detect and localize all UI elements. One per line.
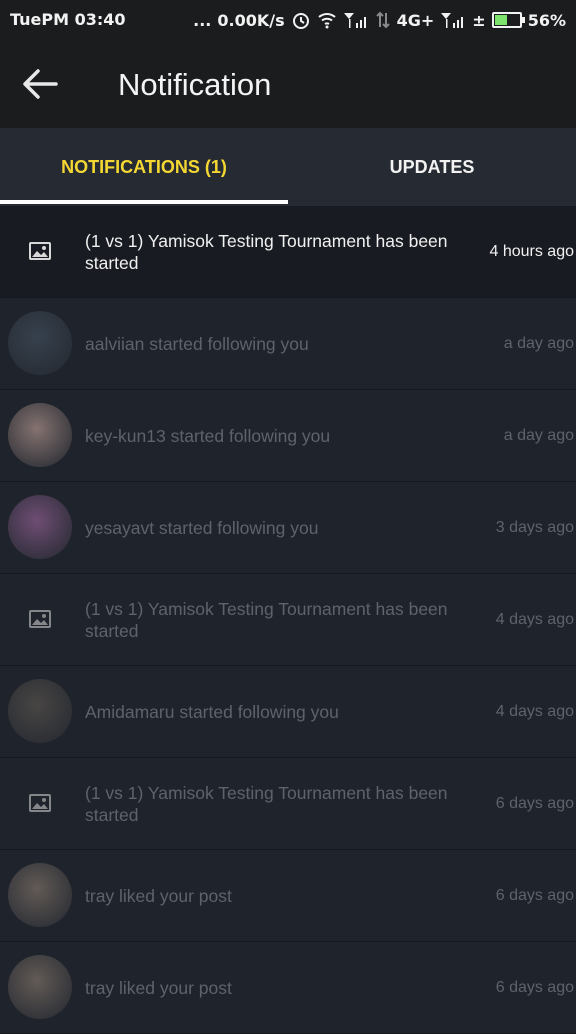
notification-time: 6 days ago [495, 978, 574, 996]
notification-time: 6 days ago [495, 886, 574, 904]
alarm-icon [291, 10, 311, 30]
arrow-left-icon [23, 69, 58, 99]
page-title: Notification [118, 67, 272, 102]
notification-time: a day ago [503, 334, 574, 352]
notification-time: 4 hours ago [489, 242, 574, 260]
notification-time: 4 days ago [495, 610, 574, 628]
status-bar: TuePM 03:40 ... 0.00K/s 4G+ ± 56% [0, 0, 576, 40]
notification-message: tray liked your post [85, 977, 232, 998]
notification-row[interactable]: tray liked your post 6 days ago [0, 850, 576, 942]
notification-time: 3 days ago [495, 518, 574, 536]
battery-icon [491, 12, 525, 28]
battery-percent: 56% [527, 10, 566, 30]
avatar[interactable] [8, 495, 72, 559]
data-arrows-icon [375, 11, 391, 29]
tab-updates[interactable]: UPDATES [288, 128, 576, 206]
notification-message: aalviian started following you [85, 333, 309, 354]
avatar[interactable] [8, 311, 72, 375]
image-placeholder-icon [8, 587, 72, 651]
network-type: 4G+ [396, 10, 435, 30]
notification-message: (1 vs 1) Yamisok Testing Tournament has … [85, 598, 448, 641]
avatar[interactable] [8, 403, 72, 467]
notification-time: 4 days ago [495, 702, 574, 720]
tab-bar: NOTIFICATIONS (1) UPDATES [0, 128, 576, 206]
status-speed: 0.00K/s [217, 10, 285, 30]
plus-minus: ± [472, 10, 486, 30]
notification-row[interactable]: (1 vs 1) Yamisok Testing Tournament has … [0, 206, 576, 298]
notification-message: (1 vs 1) Yamisok Testing Tournament has … [85, 782, 448, 825]
notification-message: yesayavt started following you [85, 517, 319, 538]
notification-row[interactable]: key-kun13 started following you a day ago [0, 390, 576, 482]
app-bar: Notification [0, 40, 576, 128]
notification-row[interactable]: tray liked your post 6 days ago [0, 942, 576, 1034]
signal-icon [343, 11, 369, 29]
notification-row[interactable]: aalviian started following you a day ago [0, 298, 576, 390]
notification-time: a day ago [503, 426, 574, 444]
avatar[interactable] [8, 863, 72, 927]
notification-row[interactable]: Amidamaru started following you 4 days ag… [0, 666, 576, 758]
notification-row[interactable]: (1 vs 1) Yamisok Testing Tournament has … [0, 574, 576, 666]
notification-list: (1 vs 1) Yamisok Testing Tournament has … [0, 206, 576, 1034]
back-button[interactable] [20, 64, 68, 104]
notification-row[interactable]: (1 vs 1) Yamisok Testing Tournament has … [0, 758, 576, 850]
avatar[interactable] [8, 955, 72, 1019]
status-time: TuePM 03:40 [10, 10, 126, 29]
signal-icon [440, 11, 466, 29]
notification-message: tray liked your post [85, 885, 232, 906]
notification-message: key-kun13 started following you [85, 425, 331, 446]
avatar[interactable] [8, 679, 72, 743]
notification-message: Amidamaru started following you [85, 701, 339, 722]
status-icons: ... 0.00K/s 4G+ ± 56% [193, 10, 566, 30]
wifi-icon [317, 11, 337, 29]
notification-row[interactable]: yesayavt started following you 3 days ago [0, 482, 576, 574]
image-placeholder-icon [8, 771, 72, 835]
notification-time: 6 days ago [495, 794, 574, 812]
tab-notifications[interactable]: NOTIFICATIONS (1) [0, 128, 288, 206]
image-placeholder-icon [8, 219, 72, 283]
status-dots: ... [193, 10, 212, 30]
tab-indicator [0, 200, 288, 204]
notification-message: (1 vs 1) Yamisok Testing Tournament has … [85, 230, 448, 273]
